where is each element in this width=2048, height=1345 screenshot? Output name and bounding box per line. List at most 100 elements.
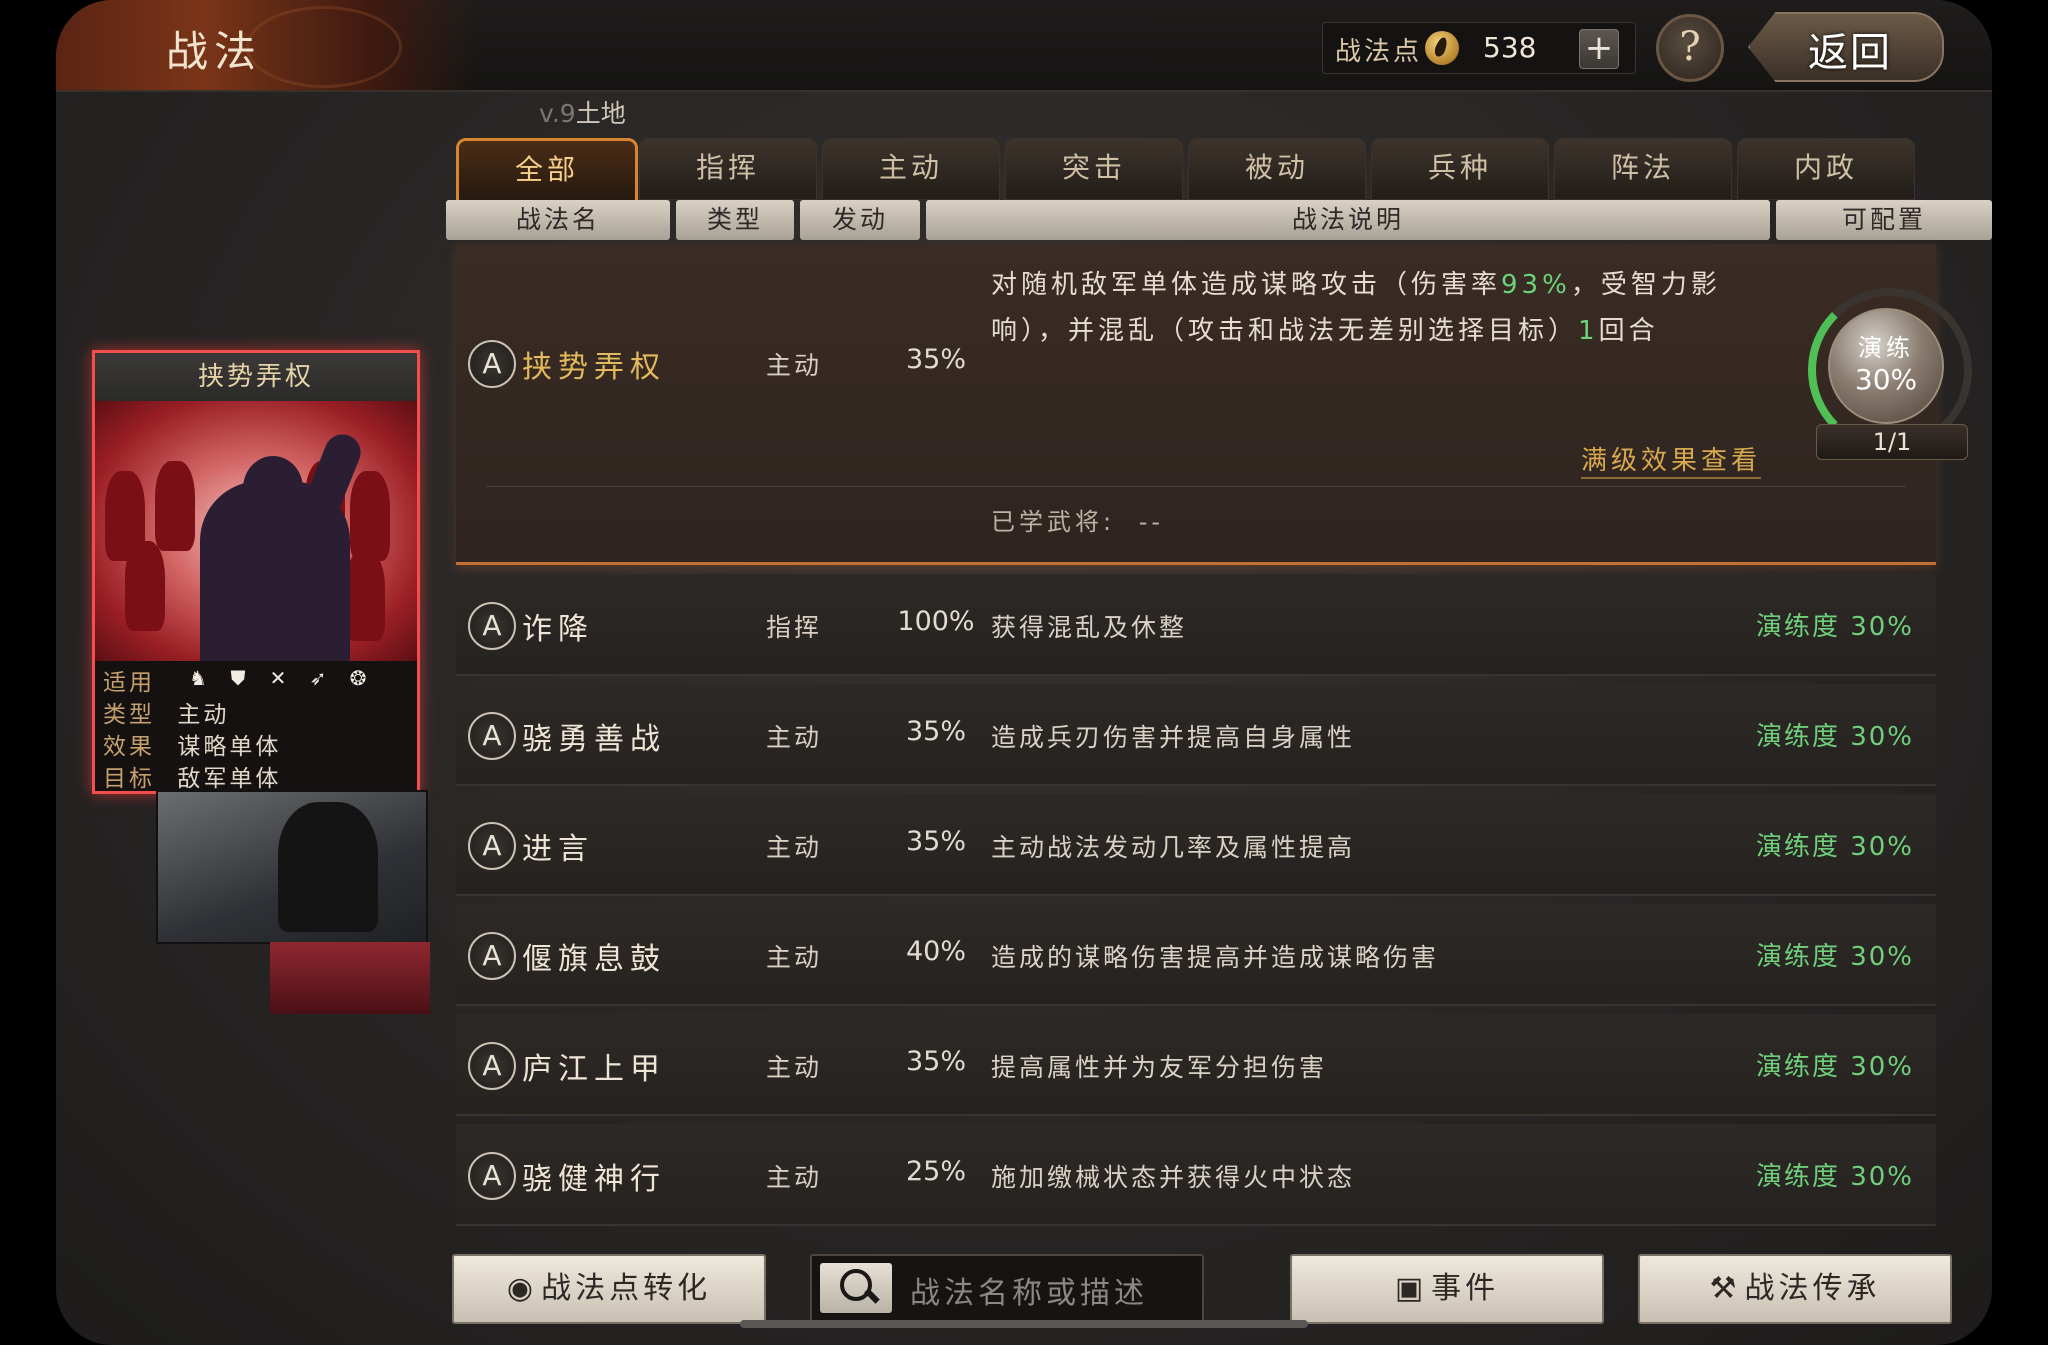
- learned-value: --: [1138, 508, 1165, 536]
- skill-description: 提高属性并为友军分担伤害: [991, 1053, 1328, 1082]
- card-type-row: 类型 主动: [103, 695, 230, 728]
- training-level: 演练度 30%: [1755, 832, 1914, 862]
- list-item[interactable]: A 骁勇善战 主动 35% 造成兵刃伤害并提高自身属性 演练度 30%: [456, 684, 1936, 786]
- card-info: 适用 ♞ ⛊ ✕ ➶ ❂ 类型 主动 效果 谋略单体 目标 敌军单体: [95, 661, 417, 792]
- tab-troop[interactable]: 兵种: [1371, 138, 1549, 200]
- inherit-button[interactable]: ⚒ 战法传承: [1638, 1254, 1952, 1324]
- skill-type: 主动: [766, 351, 823, 380]
- column-configurable[interactable]: 可配置: [1776, 200, 1992, 240]
- convert-points-button[interactable]: ◉ 战法点转化: [452, 1254, 766, 1324]
- tab-passive[interactable]: 被动: [1188, 138, 1366, 200]
- grade-badge: A: [468, 932, 516, 980]
- training-value: 30%: [1854, 363, 1918, 396]
- effect-label: 效果: [103, 734, 155, 760]
- list-item[interactable]: A 偃旗息鼓 主动 40% 造成的谋略伤害提高并造成谋略伤害 演练度 30%: [456, 904, 1936, 1006]
- column-name[interactable]: 战法名: [446, 200, 670, 240]
- title-ornament: [246, 6, 402, 88]
- list-item[interactable]: A 诈降 指挥 100% 获得混乱及休整 演练度 30%: [456, 574, 1936, 676]
- list-item[interactable]: A 进言 主动 35% 主动战法发动几率及属性提高 演练度 30%: [456, 794, 1936, 896]
- events-button[interactable]: ▣ 事件: [1290, 1254, 1604, 1324]
- skill-type: 主动: [766, 1163, 823, 1192]
- grade-badge: A: [468, 1042, 516, 1090]
- grade-badge: A: [468, 340, 516, 388]
- divider: [486, 486, 1906, 487]
- shield-icon: ⛊: [230, 666, 246, 690]
- skill-name: 进言: [522, 832, 594, 867]
- skill-name: 骁勇善战: [522, 722, 666, 757]
- skill-description: 造成的谋略伤害提高并造成谋略伤害: [991, 943, 1440, 972]
- version-label: v.9土地: [539, 94, 626, 130]
- stacked-card-back-2: [270, 942, 430, 1014]
- tab-active[interactable]: 主动: [822, 138, 1000, 200]
- max-level-link[interactable]: 满级效果查看: [1581, 440, 1762, 479]
- wheel-icon: ❂: [349, 666, 367, 690]
- grade-badge: A: [468, 712, 516, 760]
- grade-badge: A: [468, 1152, 516, 1200]
- desc-part-1: 对随机敌军单体造成谋略攻击（伤害率: [991, 270, 1502, 300]
- training-level: 演练度 30%: [1755, 722, 1914, 752]
- tactic-point-coin-icon: ◉: [506, 1271, 538, 1306]
- column-description: 战法说明: [926, 200, 1770, 240]
- card-illustration: [95, 401, 417, 661]
- inherit-label: 战法传承: [1744, 1271, 1881, 1306]
- hammer-icon: ⚒: [1709, 1271, 1741, 1306]
- skill-description: 施加缴械状态并获得火中状态: [991, 1163, 1356, 1192]
- search-placeholder: 战法名称或描述: [910, 1276, 1148, 1311]
- skill-name: 诈降: [522, 612, 594, 647]
- search-button[interactable]: [820, 1263, 892, 1313]
- tab-command[interactable]: 指挥: [639, 138, 817, 200]
- target-value: 敌军单体: [177, 766, 282, 792]
- type-value: 主动: [177, 702, 230, 728]
- grade-badge: A: [468, 822, 516, 870]
- column-rate[interactable]: 发动: [800, 200, 920, 240]
- card-effect-row: 效果 谋略单体: [103, 727, 281, 760]
- target-label: 目标: [103, 766, 155, 792]
- configuration-count: 1/1: [1816, 424, 1968, 460]
- training-level: 演练度 30%: [1755, 942, 1914, 972]
- column-type[interactable]: 类型: [676, 200, 794, 240]
- version-prefix: v.9: [539, 99, 576, 128]
- tab-all[interactable]: 全部: [456, 138, 638, 204]
- skill-list[interactable]: A 挟势弄权 主动 35% 对随机敌军单体造成谋略攻击（伤害率93%，受智力影响…: [456, 244, 1972, 1226]
- selected-skill-row[interactable]: A 挟势弄权 主动 35% 对随机敌军单体造成谋略攻击（伤害率93%，受智力影响…: [456, 244, 1972, 565]
- tab-domestic[interactable]: 内政: [1737, 138, 1915, 200]
- spear-icon: ➶: [309, 666, 327, 690]
- page-title: 战法: [166, 27, 263, 76]
- learned-label: 已学武将:: [991, 508, 1116, 536]
- skill-type: 主动: [766, 833, 823, 862]
- skill-rate: 25%: [905, 1156, 966, 1187]
- desc-part-3: 回合: [1598, 316, 1659, 346]
- events-label: 事件: [1431, 1271, 1500, 1306]
- skill-rate: 35%: [905, 344, 966, 375]
- tab-assault[interactable]: 突击: [1005, 138, 1183, 200]
- add-points-button[interactable]: +: [1579, 29, 1619, 69]
- skill-card: 挟势弄权 适用 ♞ ⛊ ✕ ➶ ❂ 类型 主动 效果 谋略单体 目标 敌军单体: [92, 350, 420, 794]
- list-item[interactable]: A 庐江上甲 主动 35% 提高属性并为友军分担伤害 演练度 30%: [456, 1014, 1936, 1116]
- skill-name: 挟势弄权: [522, 350, 666, 385]
- search-field[interactable]: 战法名称或描述: [810, 1254, 1204, 1324]
- type-label: 类型: [103, 702, 155, 728]
- training-level: 演练度 30%: [1755, 1052, 1914, 1082]
- skill-description: 获得混乱及休整: [991, 613, 1188, 642]
- help-button[interactable]: ?: [1656, 14, 1724, 82]
- cavalry-icon: ♞: [189, 666, 207, 690]
- skill-rate: 40%: [905, 936, 966, 967]
- desc-highlight-turns: 1: [1578, 316, 1599, 346]
- training-level: 演练度 30%: [1755, 612, 1914, 642]
- title-plate: [56, 0, 476, 90]
- card-title: 挟势弄权: [95, 353, 417, 401]
- skill-rate: 35%: [905, 716, 966, 747]
- back-label: 返回: [1808, 30, 1892, 76]
- version-text: 土地: [575, 99, 626, 128]
- list-item[interactable]: A 骁健神行 主动 25% 施加缴械状态并获得火中状态 演练度 30%: [456, 1124, 1936, 1226]
- skill-name: 庐江上甲: [522, 1052, 666, 1087]
- applicable-icons: ♞ ⛊ ✕ ➶ ❂: [185, 665, 371, 691]
- skill-name: 骁健神行: [522, 1162, 666, 1197]
- tactic-points-label: 战法点: [1335, 37, 1423, 67]
- skill-type: 主动: [766, 723, 823, 752]
- skill-rate: 35%: [905, 826, 966, 857]
- tab-formation[interactable]: 阵法: [1554, 138, 1732, 200]
- back-button[interactable]: 返回: [1748, 12, 1944, 82]
- training-orb[interactable]: 演练 30%: [1828, 308, 1944, 424]
- skill-description: 造成兵刃伤害并提高自身属性: [991, 723, 1356, 752]
